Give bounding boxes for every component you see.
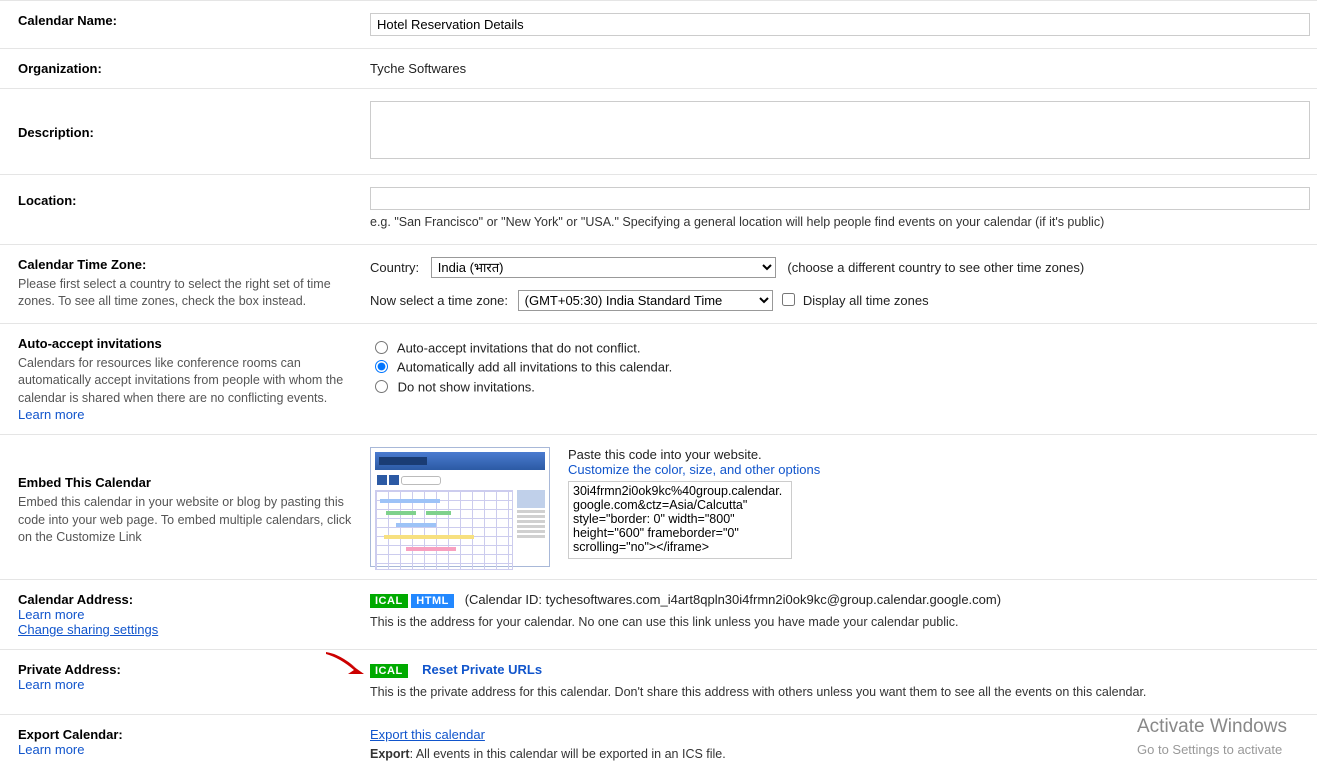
description-label: Description: — [18, 125, 94, 140]
embed-help: Embed this calendar in your website or b… — [18, 494, 352, 547]
tz-select[interactable]: (GMT+05:30) India Standard Time — [518, 290, 773, 311]
organization-label: Organization: — [18, 61, 102, 76]
location-label: Location: — [18, 193, 77, 208]
html-badge[interactable]: HTML — [411, 594, 454, 608]
auto-accept-option-2-label: Do not show invitations. — [398, 379, 535, 394]
export-calendar-link[interactable]: Export this calendar — [370, 727, 485, 742]
tz-label: Now select a time zone: — [370, 293, 508, 308]
auto-accept-option-1-label: Automatically add all invitations to thi… — [397, 360, 672, 375]
auto-accept-label: Auto-accept invitations — [18, 336, 162, 351]
display-all-tz-checkbox[interactable] — [782, 293, 795, 306]
country-hint: (choose a different country to see other… — [787, 260, 1084, 275]
private-address-label: Private Address: — [18, 662, 121, 677]
location-input[interactable] — [370, 187, 1310, 210]
calendar-name-input[interactable] — [370, 13, 1310, 36]
private-ical-badge[interactable]: ICAL — [370, 664, 408, 678]
embed-thumbnail — [370, 447, 550, 567]
display-all-tz-label: Display all time zones — [803, 293, 929, 308]
location-hint: e.g. "San Francisco" or "New York" or "U… — [370, 214, 1310, 232]
description-input[interactable] — [370, 101, 1310, 159]
embed-paste-text: Paste this code into your website. — [568, 447, 820, 462]
private-address-desc: This is the private address for this cal… — [370, 684, 1309, 702]
organization-value: Tyche Softwares — [370, 61, 466, 76]
change-sharing-link[interactable]: Change sharing settings — [18, 622, 158, 637]
country-label: Country: — [370, 260, 419, 275]
calendar-id: (Calendar ID: tychesoftwares.com_i4art8q… — [465, 592, 1001, 607]
export-desc-prefix: Export — [370, 747, 410, 761]
reset-private-urls-link[interactable]: Reset Private URLs — [422, 662, 542, 677]
export-label: Export Calendar: — [18, 727, 123, 742]
auto-accept-help: Calendars for resources like conference … — [18, 355, 352, 408]
embed-code-textarea[interactable] — [568, 481, 792, 559]
private-address-learn-more[interactable]: Learn more — [18, 677, 84, 692]
calendar-name-label: Calendar Name: — [18, 13, 117, 28]
timezone-help: Please first select a country to select … — [18, 276, 352, 311]
auto-accept-option-0-label: Auto-accept invitations that do not conf… — [397, 340, 641, 355]
timezone-label: Calendar Time Zone: — [18, 257, 146, 272]
embed-customize-link[interactable]: Customize the color, size, and other opt… — [568, 462, 820, 477]
activate-windows-watermark: Activate Windows Go to Settings to activ… — [1137, 714, 1317, 759]
auto-accept-option-2[interactable] — [375, 380, 388, 393]
country-select[interactable]: India (भारत) — [431, 257, 776, 278]
auto-accept-learn-more-link[interactable]: Learn more — [18, 407, 84, 422]
embed-label: Embed This Calendar — [18, 475, 151, 490]
export-desc-rest: : All events in this calendar will be ex… — [410, 747, 726, 761]
calendar-address-desc: This is the address for your calendar. N… — [370, 614, 1309, 632]
auto-accept-option-0[interactable] — [375, 341, 388, 354]
calendar-address-label: Calendar Address: — [18, 592, 133, 607]
auto-accept-option-1[interactable] — [375, 360, 388, 373]
export-learn-more[interactable]: Learn more — [18, 742, 84, 757]
ical-badge[interactable]: ICAL — [370, 594, 408, 608]
calendar-address-learn-more[interactable]: Learn more — [18, 607, 84, 622]
